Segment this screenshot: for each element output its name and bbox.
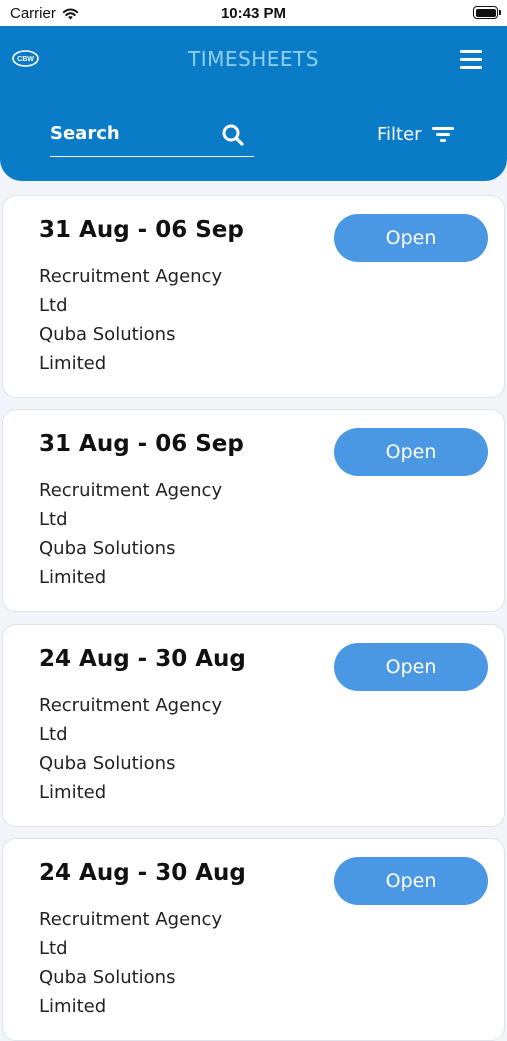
agency-name-line: Recruitment Agency [39,909,223,930]
agency-name-line: Recruitment Agency [39,695,223,716]
agency-name-line: Recruitment Agency [39,480,223,501]
open-timesheet-button[interactable]: Open [334,214,488,262]
search-placeholder: Search [50,123,120,144]
agency-name-line: Ltd [39,724,68,745]
client-name-line: Quba Solutions [39,324,176,345]
timesheet-details: Recruitment Agency Ltd Quba Solutions Li… [39,476,222,592]
open-timesheet-button[interactable]: Open [334,428,488,476]
status-time: 10:43 PM [220,5,287,22]
client-name-line: Quba Solutions [39,967,176,988]
timesheet-date-range: 24 Aug - 30 Aug [39,860,246,886]
hamburger-menu-icon[interactable] [460,50,482,69]
search-field[interactable]: Search [50,119,254,157]
timesheet-details: Recruitment Agency Ltd Quba Solutions Li… [39,905,222,1021]
agency-name-line: Ltd [39,295,68,316]
timesheet-details: Recruitment Agency Ltd Quba Solutions Li… [39,691,222,807]
agency-name-line: Ltd [39,509,68,530]
timesheet-card[interactable]: 31 Aug - 06 Sep Recruitment Agency Ltd Q… [2,409,505,612]
timesheet-details: Recruitment Agency Ltd Quba Solutions Li… [39,262,222,378]
open-timesheet-button[interactable]: Open [334,857,488,905]
client-name-line: Limited [39,782,107,803]
client-name-line: Quba Solutions [39,538,176,559]
timesheet-date-range: 31 Aug - 06 Sep [39,217,244,243]
page-title: TIMESHEETS [188,47,319,71]
agency-name-line: Ltd [39,938,68,959]
client-name-line: Limited [39,567,107,588]
timesheet-date-range: 31 Aug - 06 Sep [39,431,244,457]
timesheet-card[interactable]: 24 Aug - 30 Aug Recruitment Agency Ltd Q… [2,624,505,827]
filter-icon [431,126,454,142]
battery-icon [473,6,501,19]
timesheet-card[interactable]: 31 Aug - 06 Sep Recruitment Agency Ltd Q… [2,195,505,398]
app-header: CBW TIMESHEETS Search Filter [0,26,507,181]
search-icon[interactable] [221,123,245,147]
open-timesheet-button[interactable]: Open [334,643,488,691]
status-bar: Carrier 10:43 PM [0,0,507,26]
client-name-line: Quba Solutions [39,753,176,774]
filter-button[interactable]: Filter [377,121,467,147]
filter-label: Filter [377,123,422,145]
timesheet-date-range: 24 Aug - 30 Aug [39,646,246,672]
client-name-line: Limited [39,996,107,1017]
agency-name-line: Recruitment Agency [39,266,223,287]
timesheet-card[interactable]: 24 Aug - 30 Aug Recruitment Agency Ltd Q… [2,838,505,1041]
client-name-line: Limited [39,353,107,374]
